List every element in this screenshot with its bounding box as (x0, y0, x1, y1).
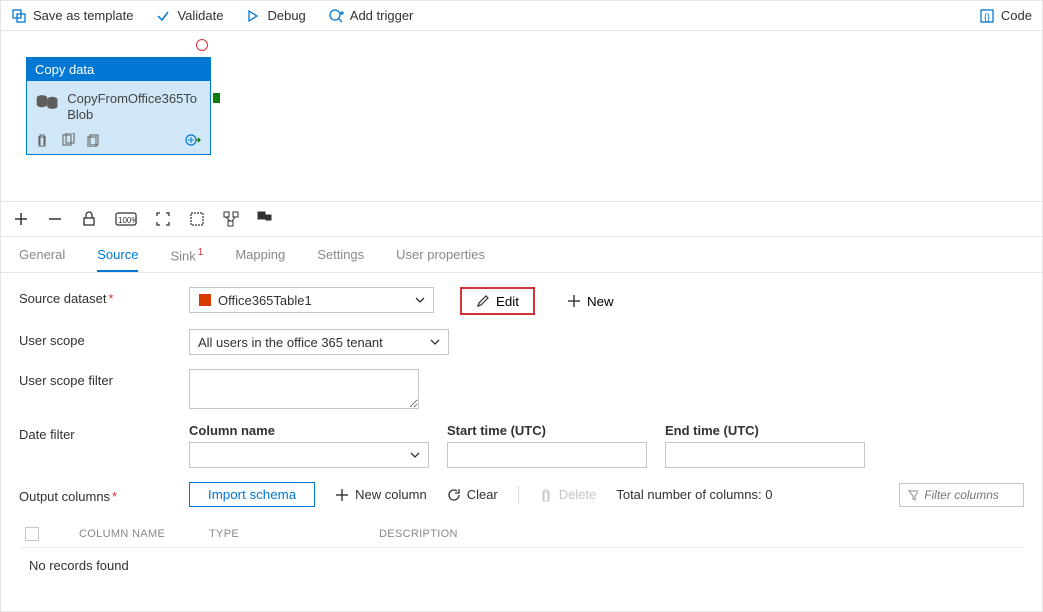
code-icon: {} (979, 8, 995, 24)
pencil-icon (476, 294, 490, 308)
start-time-input[interactable] (447, 442, 647, 468)
end-time-label: End time (UTC) (665, 423, 865, 438)
fit-screen-icon[interactable] (155, 211, 171, 227)
delete-button: Delete (539, 487, 597, 502)
filter-columns-input[interactable] (924, 488, 1015, 502)
validation-error-indicator (196, 39, 208, 51)
user-scope-label: User scope (19, 329, 189, 348)
success-connector[interactable] (213, 93, 220, 103)
save-template-icon (11, 8, 27, 24)
office365-icon (198, 293, 212, 307)
remove-icon[interactable] (47, 211, 63, 227)
copy-activity-icon (35, 91, 59, 113)
output-columns-label: Output columns* (19, 485, 189, 504)
top-toolbar: Save as template Validate Debug Add trig… (1, 1, 1042, 31)
save-template-button[interactable]: Save as template (11, 8, 133, 24)
no-records-row: No records found (19, 547, 1024, 583)
plus-icon (335, 488, 349, 502)
source-dataset-value: Office365Table1 (218, 293, 312, 308)
debug-button[interactable]: Debug (245, 8, 305, 24)
tab-mapping[interactable]: Mapping (235, 245, 285, 272)
save-template-label: Save as template (33, 8, 133, 23)
tab-source[interactable]: Source (97, 245, 138, 272)
validate-button[interactable]: Validate (155, 8, 223, 24)
select-all-checkbox[interactable] (25, 527, 39, 541)
user-scope-filter-input[interactable] (189, 369, 419, 409)
output-columns-table: Column Name Type Description No records … (19, 521, 1024, 583)
trash-icon (539, 488, 553, 502)
delete-activity-icon[interactable] (35, 133, 49, 147)
source-dataset-label: Source dataset* (19, 287, 189, 306)
debug-label: Debug (267, 8, 305, 23)
activity-name: CopyFromOffice365ToBlob (67, 91, 202, 122)
add-trigger-button[interactable]: Add trigger (328, 8, 414, 24)
tab-user-properties[interactable]: User properties (396, 245, 485, 272)
plus-icon (567, 294, 581, 308)
start-time-label: Start time (UTC) (447, 423, 647, 438)
canvas-toolbar: 100% (1, 201, 1042, 237)
lock-icon[interactable] (81, 211, 97, 227)
trigger-icon (328, 8, 344, 24)
source-panel: Source dataset* Office365Table1 Edit New… (1, 273, 1042, 597)
svg-text:{}: {} (984, 12, 990, 22)
col-header-type: Type (209, 528, 339, 540)
import-schema-button[interactable]: Import schema (189, 482, 315, 507)
tab-general[interactable]: General (19, 245, 65, 272)
clear-button[interactable]: Clear (447, 487, 498, 502)
chevron-down-icon (415, 295, 425, 305)
auto-arrange-icon[interactable] (223, 211, 239, 227)
play-icon (245, 8, 261, 24)
code-label: Code (1001, 8, 1032, 23)
svg-text:100%: 100% (118, 216, 137, 225)
edit-label: Edit (496, 294, 519, 309)
add-trigger-label: Add trigger (350, 8, 414, 23)
user-scope-value: All users in the office 365 tenant (198, 335, 383, 350)
date-filter-label: Date filter (19, 423, 189, 442)
zoom-100-icon[interactable]: 100% (115, 211, 137, 227)
activity-type-label: Copy data (27, 58, 210, 81)
chevron-down-icon (430, 337, 440, 347)
validate-label: Validate (177, 8, 223, 23)
edit-dataset-button[interactable]: Edit (460, 287, 535, 315)
column-name-label: Column name (189, 423, 429, 438)
new-dataset-button[interactable]: New (557, 287, 624, 315)
filter-columns-input-wrapper[interactable] (899, 483, 1024, 507)
refresh-icon (447, 488, 461, 502)
add-icon[interactable] (13, 211, 29, 227)
total-columns-label: Total number of columns: 0 (616, 487, 772, 502)
user-scope-filter-label: User scope filter (19, 369, 189, 388)
filter-icon (908, 489, 918, 501)
new-label: New (587, 294, 614, 309)
copy-activity-action-icon[interactable] (87, 133, 101, 147)
minimap-icon[interactable] (257, 211, 273, 227)
chevron-down-icon (410, 450, 420, 460)
column-name-select[interactable] (189, 442, 429, 468)
activity-tabs: General Source Sink1 Mapping Settings Us… (1, 237, 1042, 273)
tab-settings[interactable]: Settings (317, 245, 364, 272)
fullscreen-icon[interactable] (189, 211, 205, 227)
col-header-name: Column Name (79, 528, 169, 540)
copy-data-activity[interactable]: Copy data CopyFromOffice365ToBlob (26, 57, 211, 155)
clone-activity-icon[interactable] (61, 133, 75, 147)
pipeline-canvas[interactable]: Copy data CopyFromOffice365ToBlob (1, 31, 1042, 201)
col-header-description: Description (379, 528, 458, 540)
user-scope-select[interactable]: All users in the office 365 tenant (189, 329, 449, 355)
source-dataset-select[interactable]: Office365Table1 (189, 287, 434, 313)
add-output-icon[interactable] (184, 132, 202, 148)
code-button[interactable]: {} Code (979, 8, 1032, 24)
end-time-input[interactable] (665, 442, 865, 468)
check-icon (155, 8, 171, 24)
tab-sink[interactable]: Sink1 (170, 245, 203, 272)
new-column-button[interactable]: New column (335, 487, 427, 502)
